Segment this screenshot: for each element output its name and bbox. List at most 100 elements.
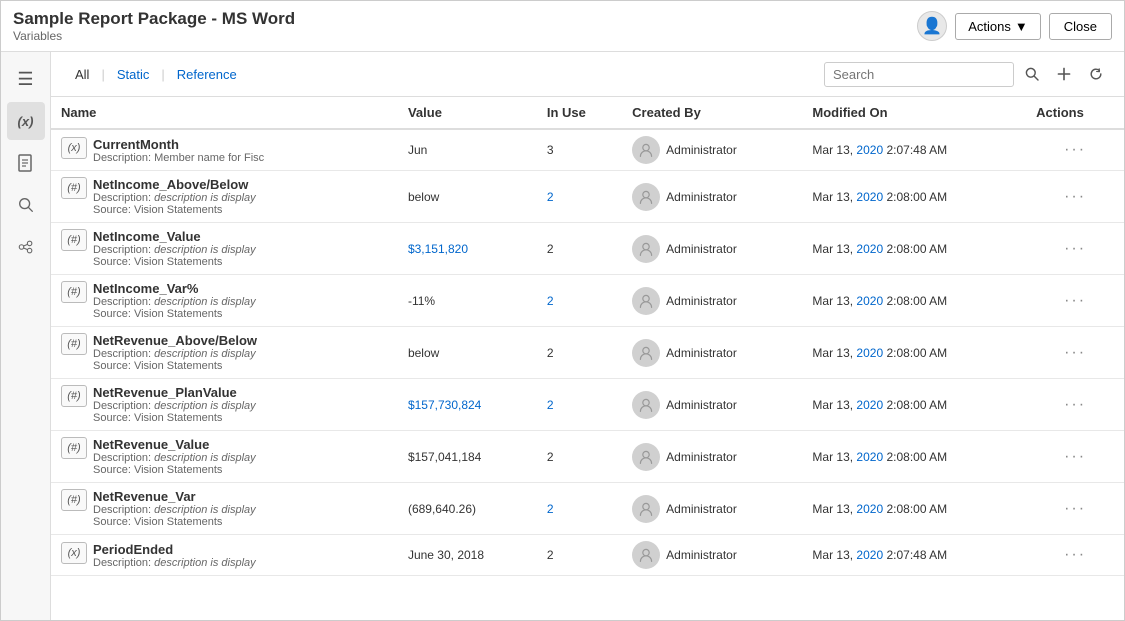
- var-type-icon: (#): [61, 281, 87, 303]
- in-use-cell: 2: [537, 379, 622, 431]
- avatar: [632, 443, 660, 471]
- table-row: (#) NetRevenue_VarDescription: descriptio…: [51, 483, 1124, 535]
- row-actions-menu-button[interactable]: ···: [1064, 344, 1086, 361]
- in-use-link[interactable]: 2: [547, 398, 554, 412]
- row-actions-cell[interactable]: ···: [1026, 483, 1124, 535]
- name-cell: (#)NetIncome_Above/BelowDescription: des…: [51, 171, 398, 223]
- header: Sample Report Package - MS Word Variable…: [1, 1, 1124, 52]
- var-name: NetRevenue_Var: [93, 489, 256, 504]
- close-button[interactable]: Close: [1049, 13, 1112, 40]
- in-use-cell: 2: [537, 535, 622, 576]
- value-cell: $157,730,824: [398, 379, 537, 431]
- row-actions-menu-button[interactable]: ···: [1064, 546, 1086, 563]
- var-type-icon: (#): [61, 489, 87, 511]
- created-by-cell: Administrator: [622, 483, 802, 535]
- actions-button[interactable]: Actions ▼: [955, 13, 1041, 40]
- tab-reference[interactable]: Reference: [167, 64, 247, 85]
- created-by-cell: Administrator: [622, 535, 802, 576]
- sidebar-item-document[interactable]: [7, 144, 45, 182]
- var-name: CurrentMonth: [93, 137, 264, 152]
- avatar: [632, 235, 660, 263]
- var-source: Source: Vision Statements: [93, 204, 256, 216]
- row-actions-menu-button[interactable]: ···: [1064, 141, 1086, 158]
- creator-name: Administrator: [666, 190, 737, 204]
- var-source: Source: Vision Statements: [93, 308, 256, 320]
- table-row: (#)NetIncome_Var%Description: descriptio…: [51, 275, 1124, 327]
- add-button[interactable]: [1050, 60, 1078, 88]
- row-actions-cell[interactable]: ···: [1026, 275, 1124, 327]
- row-actions-cell[interactable]: ···: [1026, 431, 1124, 483]
- sidebar-item-search[interactable]: [7, 186, 45, 224]
- title-area: Sample Report Package - MS Word Variable…: [13, 9, 917, 43]
- main-body: ☰ (x): [1, 52, 1124, 620]
- row-actions-cell[interactable]: ···: [1026, 535, 1124, 576]
- table-row: (#)NetIncome_Above/BelowDescription: des…: [51, 171, 1124, 223]
- row-actions-menu-button[interactable]: ···: [1064, 500, 1086, 517]
- created-by-cell: Administrator: [622, 223, 802, 275]
- col-value: Value: [398, 97, 537, 129]
- tab-static[interactable]: Static: [107, 64, 160, 85]
- table-row: (x)PeriodEndedDescription: description i…: [51, 535, 1124, 576]
- modified-on-cell: Mar 13, 2020 2:07:48 AM: [802, 129, 1026, 171]
- row-actions-cell[interactable]: ···: [1026, 129, 1124, 171]
- table-header-row: Name Value In Use Created By Modified On…: [51, 97, 1124, 129]
- variables-table-container: Name Value In Use Created By Modified On…: [51, 97, 1124, 620]
- row-actions-cell[interactable]: ···: [1026, 379, 1124, 431]
- var-description: Description: description is display: [93, 348, 257, 360]
- var-type-icon: (#): [61, 333, 87, 355]
- row-actions-cell[interactable]: ···: [1026, 171, 1124, 223]
- search-button[interactable]: [1018, 60, 1046, 88]
- modified-on-cell: Mar 13, 2020 2:08:00 AM: [802, 379, 1026, 431]
- sidebar-item-variables[interactable]: (x): [7, 102, 45, 140]
- in-use-link[interactable]: 2: [547, 294, 554, 308]
- avatar: [632, 339, 660, 367]
- tab-all[interactable]: All: [65, 64, 99, 85]
- in-use-cell: 2: [537, 171, 622, 223]
- var-type-icon: (#): [61, 177, 87, 199]
- creator-name: Administrator: [666, 502, 737, 516]
- var-name: NetRevenue_PlanValue: [93, 385, 256, 400]
- var-source: Source: Vision Statements: [93, 516, 256, 528]
- created-by-cell: Administrator: [622, 431, 802, 483]
- row-actions-menu-button[interactable]: ···: [1064, 292, 1086, 309]
- var-description: Description: description is display: [93, 192, 256, 204]
- name-cell: (#)NetRevenue_Above/BelowDescription: de…: [51, 327, 398, 379]
- creator-name: Administrator: [666, 294, 737, 308]
- filter-bar: All | Static | Reference: [51, 52, 1124, 97]
- modified-on-cell: Mar 13, 2020 2:08:00 AM: [802, 327, 1026, 379]
- value-link[interactable]: $157,730,824: [408, 398, 481, 412]
- var-name: NetRevenue_Value: [93, 437, 256, 452]
- row-actions-menu-button[interactable]: ···: [1064, 188, 1086, 205]
- sidebar-item-graph[interactable]: [7, 228, 45, 266]
- name-cell: (#)NetIncome_Var%Description: descriptio…: [51, 275, 398, 327]
- in-use-link[interactable]: 2: [547, 502, 554, 516]
- avatar: [632, 287, 660, 315]
- var-description: Description: description is display: [93, 504, 256, 516]
- search-input[interactable]: [824, 62, 1014, 87]
- avatar: [632, 183, 660, 211]
- created-by-cell: Administrator: [622, 171, 802, 223]
- in-use-cell: 2: [537, 275, 622, 327]
- refresh-button[interactable]: [1082, 60, 1110, 88]
- variables-table: Name Value In Use Created By Modified On…: [51, 97, 1124, 576]
- value-link[interactable]: $3,151,820: [408, 242, 468, 256]
- row-actions-menu-button[interactable]: ···: [1064, 240, 1086, 257]
- header-actions: 👤 Actions ▼ Close: [917, 11, 1112, 41]
- row-actions-cell[interactable]: ···: [1026, 327, 1124, 379]
- var-type-icon: (#): [61, 437, 87, 459]
- user-icon-button[interactable]: 👤: [917, 11, 947, 41]
- modified-on-cell: Mar 13, 2020 2:08:00 AM: [802, 223, 1026, 275]
- var-description: Description: description is display: [93, 400, 256, 412]
- page-subtitle: Variables: [13, 29, 917, 43]
- in-use-link[interactable]: 2: [547, 190, 554, 204]
- row-actions-menu-button[interactable]: ···: [1064, 448, 1086, 465]
- row-actions-cell[interactable]: ···: [1026, 223, 1124, 275]
- search-area: [824, 60, 1110, 88]
- col-name: Name: [51, 97, 398, 129]
- creator-name: Administrator: [666, 398, 737, 412]
- sidebar-item-menu[interactable]: ☰: [7, 60, 45, 98]
- col-actions: Actions: [1026, 97, 1124, 129]
- var-type-icon: (x): [61, 137, 87, 159]
- modified-on-cell: Mar 13, 2020 2:08:00 AM: [802, 431, 1026, 483]
- row-actions-menu-button[interactable]: ···: [1064, 396, 1086, 413]
